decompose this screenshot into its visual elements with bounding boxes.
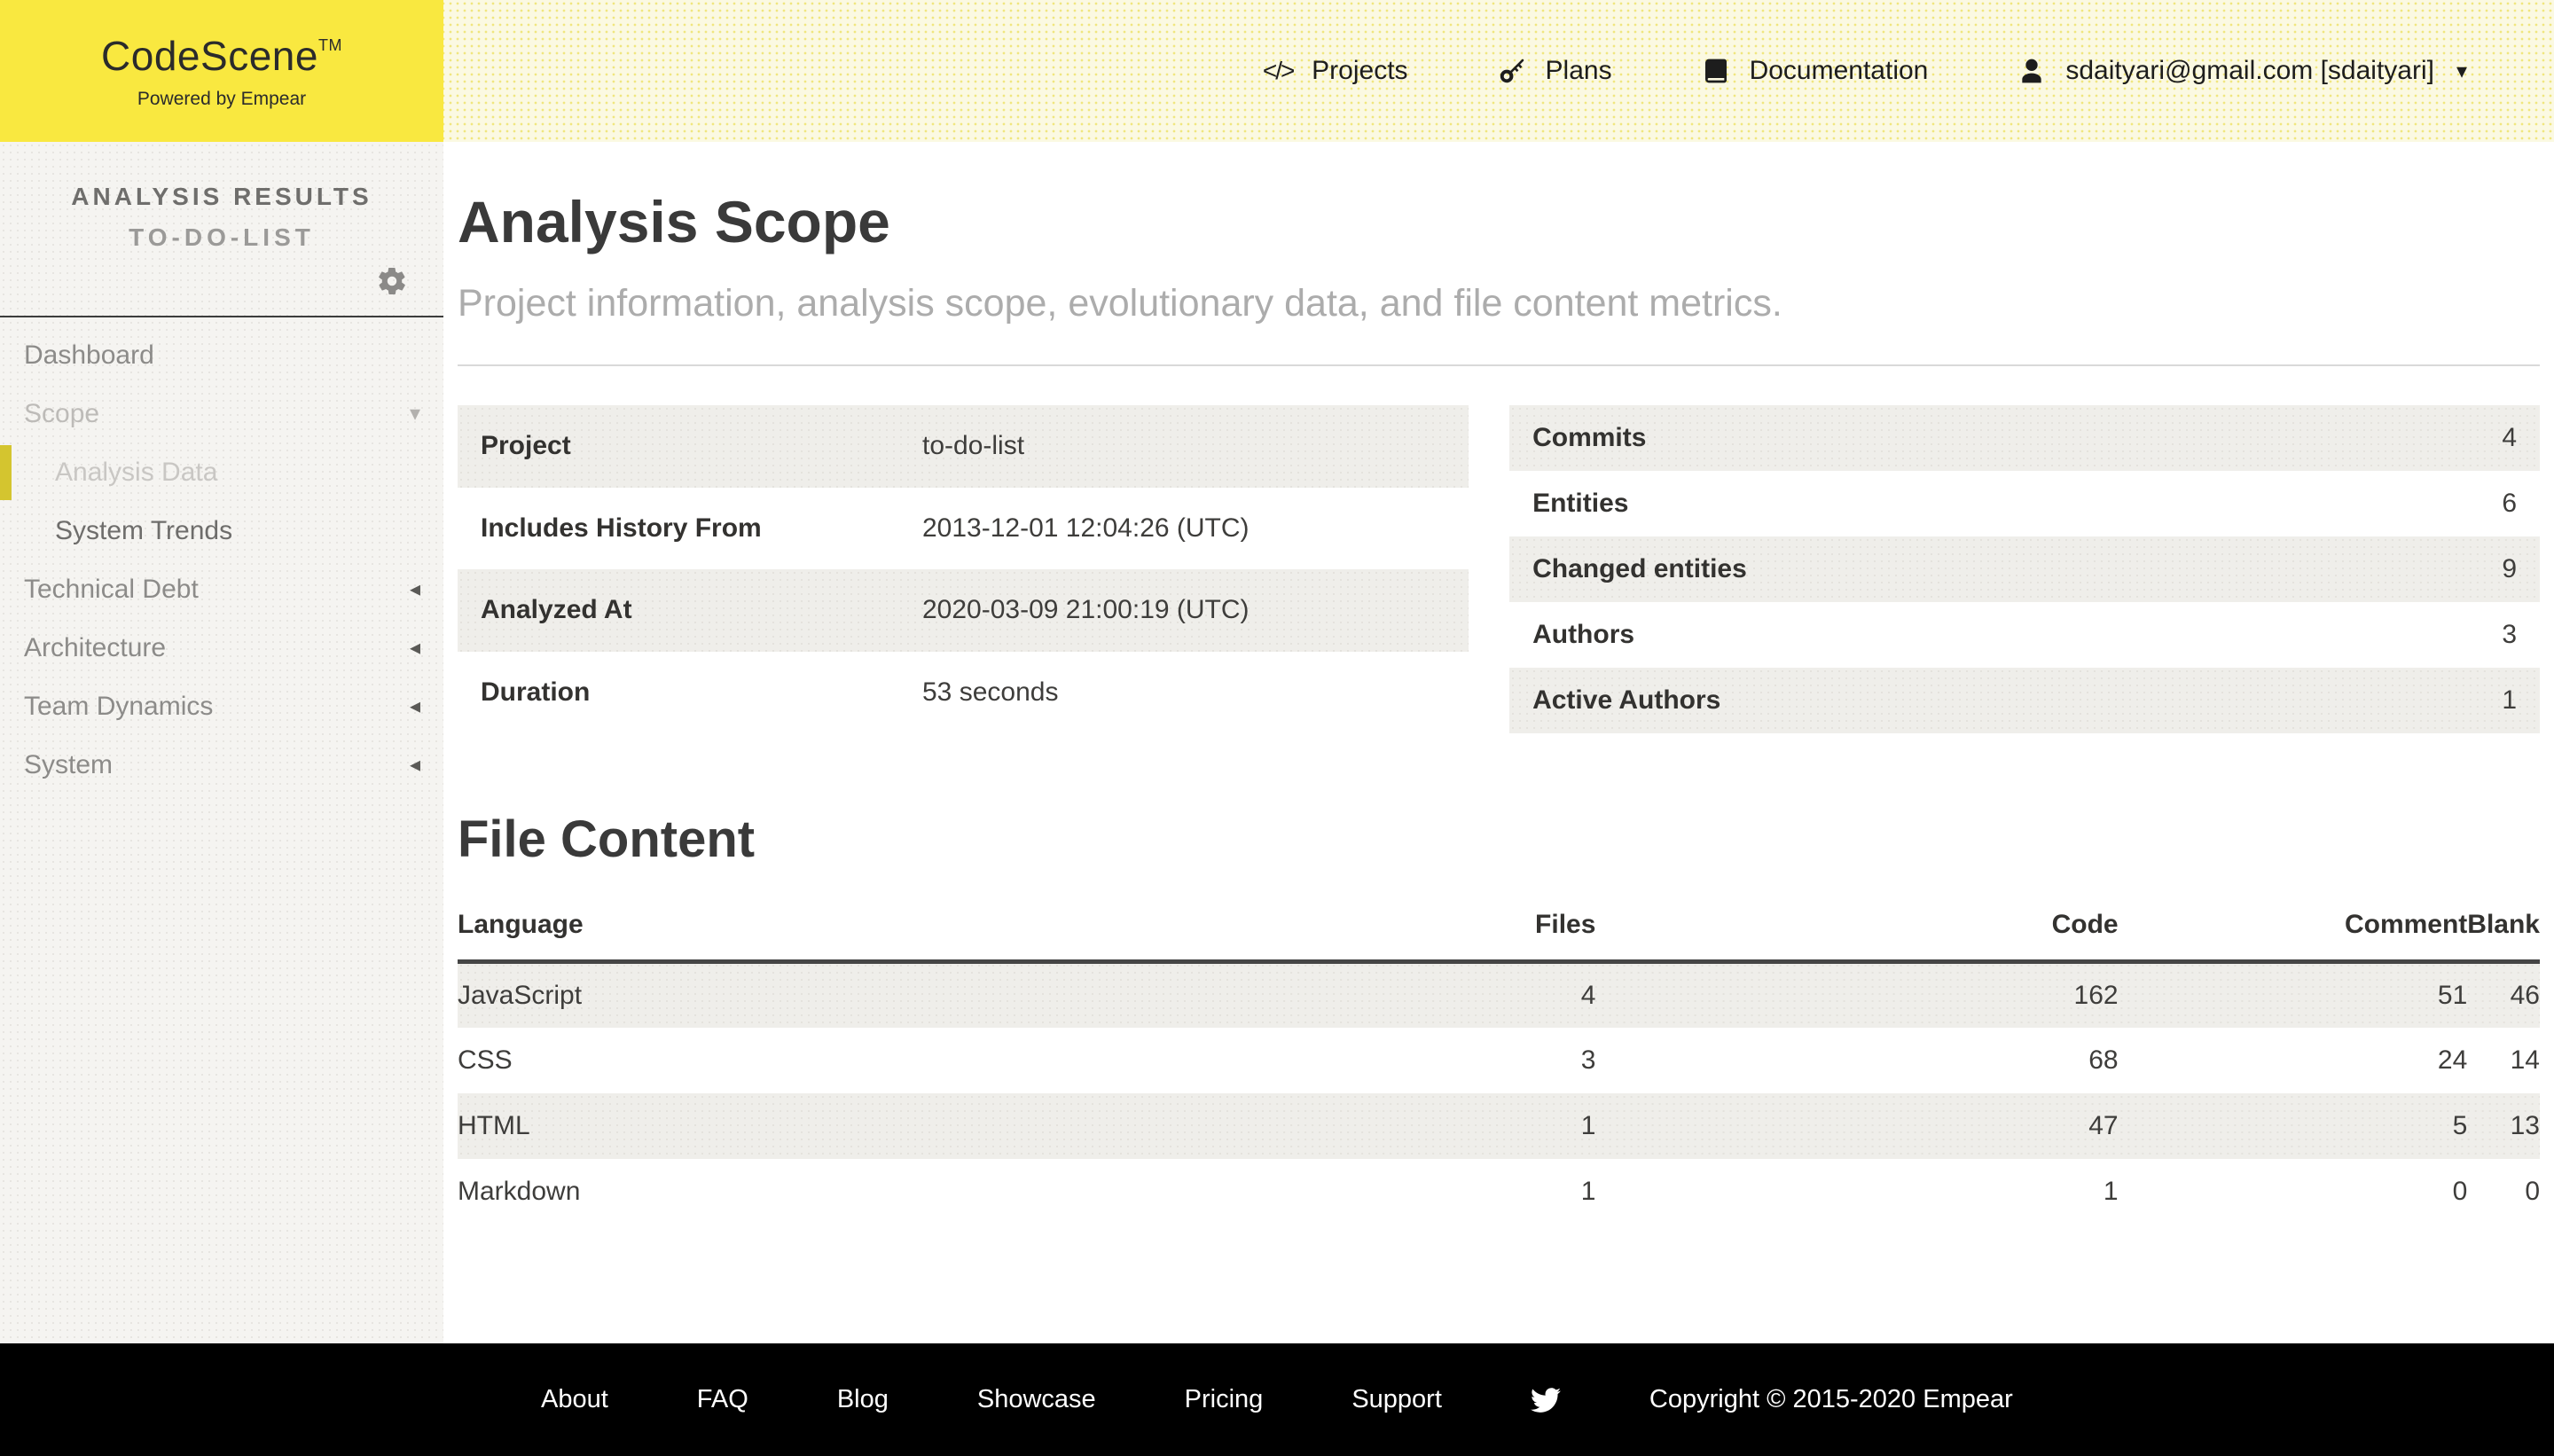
nav-user-label: sdaityari@gmail.com [sdaityari] (2065, 56, 2434, 85)
sidebar-item-technical-debt[interactable]: Technical Debt ◂ (0, 560, 443, 619)
nav-projects-label: Projects (1312, 56, 1408, 85)
page-subtitle: Project information, analysis scope, evo… (458, 282, 1782, 325)
codescene-logo[interactable]: CodeSceneTM Powered by Empear (0, 0, 443, 142)
book-icon (1701, 56, 1731, 86)
chevron-left-icon: ◂ (409, 577, 420, 601)
sidebar-item-architecture[interactable]: Architecture ◂ (0, 619, 443, 677)
footer-link-about[interactable]: About (541, 1385, 608, 1414)
footer-link-support[interactable]: Support (1351, 1385, 1442, 1414)
column-header-blank: Blank (2467, 910, 2540, 964)
logo-tagline: Powered by Empear (137, 89, 307, 109)
sidebar: ANALYSIS RESULTS TO-DO-LIST Dashboard Sc… (0, 142, 443, 1343)
info-tables: Project to-do-list Includes History From… (458, 405, 2540, 733)
user-icon (2017, 56, 2047, 86)
key-icon (1497, 56, 1527, 86)
table-row: Entities 6 (1532, 489, 2517, 518)
nav-plans-label: Plans (1545, 56, 1612, 85)
title-divider (458, 364, 2540, 366)
twitter-icon[interactable] (1530, 1385, 1561, 1415)
code-icon: </> (1262, 57, 1295, 84)
sidebar-section-title: ANALYSIS RESULTS (71, 183, 372, 210)
logo-title: CodeSceneTM (101, 33, 342, 79)
nav-documentation[interactable]: Documentation (1701, 56, 1929, 86)
nav-plans[interactable]: Plans (1497, 56, 1612, 86)
table-row: Authors 3 (1532, 620, 2517, 649)
settings-button[interactable] (0, 257, 443, 305)
file-content-title: File Content (458, 810, 756, 868)
nav-projects[interactable]: </> Projects (1262, 56, 1408, 86)
sidebar-menu: Dashboard Scope ▾ Analysis Data System Tr… (0, 326, 443, 795)
sidebar-item-team-dynamics[interactable]: Team Dynamics ◂ (0, 677, 443, 736)
project-info-table: Project to-do-list Includes History From… (458, 405, 1469, 733)
sidebar-header: ANALYSIS RESULTS TO-DO-LIST (0, 142, 443, 317)
column-header-files: Files (1265, 910, 1596, 964)
column-header-comment: Comment (2118, 910, 2468, 964)
table-row: Markdown 1 1 0 0 (458, 1176, 2540, 1206)
file-content-table: Language Files Code Comment Blank JavaSc… (458, 910, 2540, 1225)
footer: About FAQ Blog Showcase Pricing Support … (0, 1343, 2554, 1456)
table-row: Active Authors 1 (1509, 668, 2540, 733)
sidebar-item-system[interactable]: System ◂ (0, 736, 443, 795)
sidebar-item-scope[interactable]: Scope ▾ (0, 385, 443, 443)
table-row: Analyzed At 2020-03-09 21:00:19 (UTC) (458, 569, 1469, 652)
table-row: HTML 1 47 5 13 (458, 1092, 2540, 1159)
table-header-row: Language Files Code Comment Blank (458, 910, 2540, 964)
chevron-down-icon: ▾ (2456, 59, 2467, 83)
chevron-left-icon: ◂ (409, 636, 420, 660)
evolution-stats-table: Commits 4 Entities 6 Changed entities 9 … (1509, 405, 2540, 733)
chevron-left-icon: ◂ (409, 694, 420, 718)
table-row: Includes History From 2013-12-01 12:04:2… (481, 513, 1250, 543)
sidebar-item-analysis-data[interactable]: Analysis Data (0, 443, 443, 502)
column-header-code: Code (1595, 910, 2119, 964)
page-title: Analysis Scope (458, 189, 890, 254)
column-header-language: Language (458, 910, 1265, 964)
table-row: Commits 4 (1509, 405, 2540, 471)
main-content: Analysis Scope Project information, anal… (443, 142, 2554, 1343)
gear-icon (379, 267, 405, 294)
table-row: JavaScript 4 162 51 46 (458, 961, 2540, 1028)
table-row: Changed entities 9 (1509, 536, 2540, 602)
footer-link-blog[interactable]: Blog (837, 1385, 889, 1414)
top-nav: </> Projects Plans Documentation sdaitya… (1263, 56, 2554, 86)
table-row: Project to-do-list (458, 405, 1469, 488)
chevron-down-icon: ▾ (409, 402, 420, 426)
top-header: CodeSceneTM Powered by Empear </> Projec… (0, 0, 2554, 142)
sidebar-item-system-trends[interactable]: System Trends (0, 502, 443, 560)
footer-link-showcase[interactable]: Showcase (977, 1385, 1096, 1414)
sidebar-project-name: TO-DO-LIST (129, 223, 315, 251)
table-row: CSS 3 68 24 14 (458, 1045, 2540, 1075)
nav-user-menu[interactable]: sdaityari@gmail.com [sdaityari] ▾ (2017, 56, 2467, 86)
sidebar-divider (0, 316, 443, 317)
footer-link-faq[interactable]: FAQ (697, 1385, 748, 1414)
copyright-text: Copyright © 2015-2020 Empear (1649, 1385, 2013, 1413)
sidebar-item-dashboard[interactable]: Dashboard (0, 326, 443, 385)
nav-documentation-label: Documentation (1749, 56, 1929, 85)
table-row: Duration 53 seconds (481, 677, 1059, 707)
trademark-symbol: TM (317, 36, 342, 54)
chevron-left-icon: ◂ (409, 753, 420, 777)
footer-link-pricing[interactable]: Pricing (1185, 1385, 1264, 1414)
